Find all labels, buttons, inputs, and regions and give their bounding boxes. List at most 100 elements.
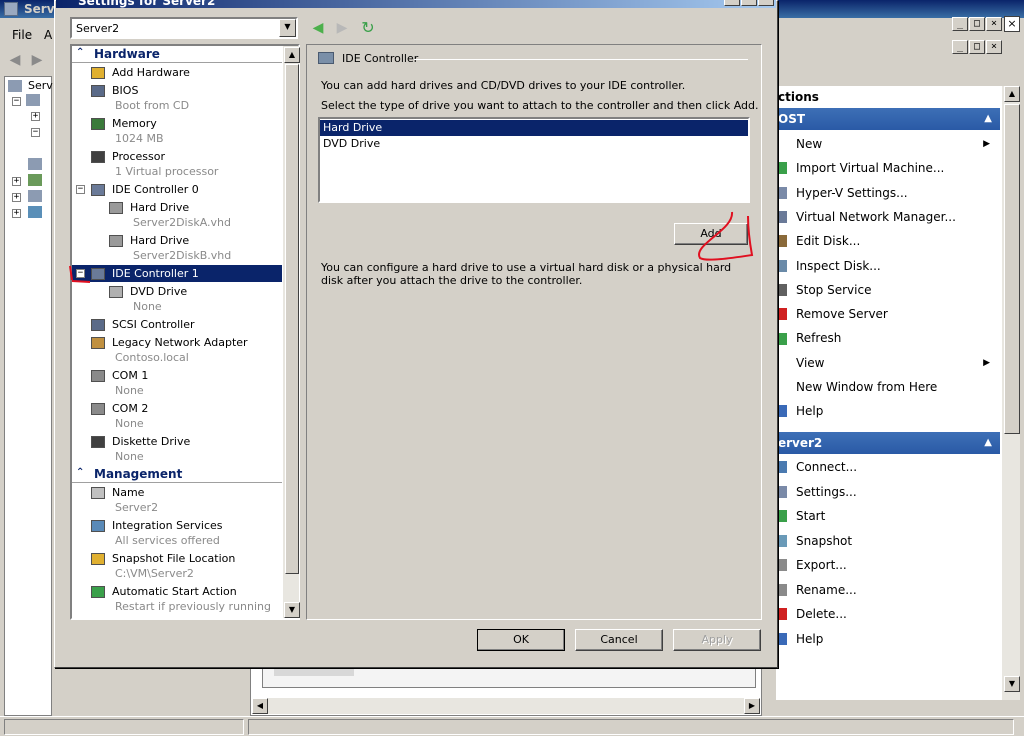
collapse-up-icon[interactable]: ▲ <box>984 432 992 454</box>
action-label: Inspect Disk... <box>796 258 881 273</box>
action-item[interactable]: New Window from Here <box>776 375 998 400</box>
dialog-minimize-button[interactable] <box>724 0 740 6</box>
status-panel-right <box>248 719 1014 735</box>
tree-item-label[interactable]: IDE Controller 0 <box>112 183 199 196</box>
actions-vm-group[interactable]: erver2 ▲ <box>776 432 1000 454</box>
action-item[interactable]: Refresh <box>776 326 998 351</box>
mdi-restore-button[interactable]: □ <box>969 40 985 54</box>
title-divider <box>414 59 748 60</box>
action-item[interactable]: Connect... <box>776 455 998 480</box>
mdi-close-button[interactable]: × <box>986 40 1002 54</box>
action-item[interactable]: Remove Server <box>776 302 998 327</box>
hardware-section[interactable]: ⌃ Hardware <box>72 47 282 63</box>
action-item[interactable]: Edit Disk... <box>776 229 998 254</box>
ide-controller-icon <box>91 184 105 196</box>
tree-expand-icon[interactable]: − <box>12 97 21 106</box>
action-item[interactable]: Snapshot <box>776 529 998 553</box>
tree-root-label[interactable]: Serv <box>28 79 53 92</box>
action-item[interactable]: View ▶ <box>776 351 998 375</box>
collapse-chevron-icon[interactable]: ⌃ <box>76 47 84 58</box>
scroll-thumb[interactable] <box>1004 104 1020 434</box>
action-label: Help <box>796 631 824 646</box>
host-group-label: OST <box>778 112 806 126</box>
action-item[interactable]: Help <box>776 399 998 424</box>
scroll-left-icon[interactable]: ◀ <box>252 698 268 714</box>
action-item[interactable]: Start <box>776 504 998 529</box>
maximize-button[interactable]: □ <box>969 17 985 31</box>
node-icon <box>28 206 42 218</box>
scroll-up-icon[interactable]: ▲ <box>1004 86 1020 102</box>
submenu-arrow-icon: ▶ <box>983 139 990 149</box>
drive-option-dvd-drive[interactable]: DVD Drive <box>320 136 748 152</box>
tree-item-label[interactable]: Memory <box>112 117 157 130</box>
back-arrow-icon[interactable]: ◀ <box>6 52 24 68</box>
tree-item-label[interactable]: BIOS <box>112 84 138 97</box>
tree-scroll-thumb[interactable] <box>285 64 299 574</box>
action-item[interactable]: Import Virtual Machine... <box>776 156 998 181</box>
mdi-minimize-button[interactable]: _ <box>952 40 968 54</box>
menu-file[interactable]: File <box>12 28 32 42</box>
close-button[interactable]: × <box>986 17 1002 31</box>
action-label: Start <box>796 509 826 523</box>
tree-expand-icon[interactable]: + <box>12 209 21 218</box>
scroll-up-icon[interactable]: ▲ <box>284 47 300 63</box>
tree-item-label[interactable]: COM 1 <box>112 369 148 382</box>
outer-close-icon[interactable]: × <box>1004 16 1020 32</box>
memory-icon <box>91 118 105 130</box>
tree-expand-icon[interactable]: + <box>12 177 21 186</box>
next-icon[interactable]: ▶ <box>334 20 350 36</box>
scroll-right-icon[interactable]: ▶ <box>744 698 760 714</box>
tree-item-label[interactable]: Legacy Network Adapter <box>112 336 248 349</box>
tree-item-label[interactable]: Name <box>112 486 144 499</box>
management-section[interactable]: ⌃ Management <box>72 467 282 483</box>
settings-icon <box>777 186 787 199</box>
action-item[interactable]: Stop Service <box>776 278 998 303</box>
action-item[interactable]: Inspect Disk... <box>776 254 998 278</box>
action-label: Delete... <box>796 607 847 621</box>
vm-selector[interactable]: Server2 <box>70 17 298 39</box>
action-item[interactable]: New ▶ <box>776 132 998 157</box>
tree-item-label[interactable]: Add Hardware <box>112 66 190 79</box>
tree-item-label[interactable]: Processor <box>112 150 165 163</box>
action-item[interactable]: Virtual Network Manager... <box>776 205 998 230</box>
action-item[interactable]: Help <box>776 627 998 651</box>
annotation-hook-left <box>69 265 73 281</box>
forward-arrow-icon[interactable]: ▶ <box>28 52 46 68</box>
cancel-button[interactable]: Cancel <box>575 629 663 651</box>
action-item[interactable]: Delete... <box>776 602 998 627</box>
tree-item-label[interactable]: Integration Services <box>112 519 223 532</box>
drive-option-hard-drive[interactable]: Hard Drive <box>320 120 748 136</box>
action-item[interactable]: Hyper-V Settings... <box>776 181 998 205</box>
action-item[interactable]: Rename... <box>776 578 998 602</box>
action-label: Snapshot <box>796 533 853 548</box>
ok-button[interactable]: OK <box>477 629 565 651</box>
minimize-button[interactable]: _ <box>952 17 968 31</box>
action-label: New Window from Here <box>796 380 938 394</box>
dialog-maximize-button[interactable] <box>741 0 757 6</box>
action-item[interactable]: Export... <box>776 553 998 578</box>
collapse-ide0-icon[interactable]: − <box>76 185 85 194</box>
tree-expand-icon[interactable]: + <box>12 193 21 202</box>
tree-item-label[interactable]: Automatic Start Action <box>112 585 237 598</box>
scroll-down-icon[interactable]: ▼ <box>1004 676 1020 692</box>
dropdown-arrow-icon[interactable]: ▼ <box>279 19 296 37</box>
tree-expand-icon[interactable]: + <box>31 112 40 121</box>
tree-item-label[interactable]: Diskette Drive <box>112 435 190 448</box>
tree-item-label[interactable]: COM 2 <box>112 402 148 415</box>
manager-title: Serv <box>24 2 55 16</box>
apply-button[interactable]: Apply <box>673 629 761 651</box>
tree-item-detail: All services offered <box>115 534 220 547</box>
dialog-close-button[interactable] <box>758 0 774 6</box>
refresh-icon[interactable]: ↻ <box>360 20 376 36</box>
menu-action[interactable]: A <box>44 28 52 42</box>
horizontal-scrollbar[interactable] <box>252 698 760 714</box>
tree-item-label[interactable]: Snapshot File Location <box>112 552 235 565</box>
action-item[interactable]: Settings... <box>776 480 998 504</box>
collapse-up-icon[interactable]: ▲ <box>984 108 992 130</box>
scroll-down-icon[interactable]: ▼ <box>284 602 300 618</box>
tree-expand-icon[interactable]: − <box>31 128 40 137</box>
collapse-chevron-icon[interactable]: ⌃ <box>76 467 84 478</box>
tree-item-label[interactable]: SCSI Controller <box>112 318 195 331</box>
previous-icon[interactable]: ◀ <box>310 20 326 36</box>
actions-host-group[interactable]: OST ▲ <box>776 108 1000 130</box>
